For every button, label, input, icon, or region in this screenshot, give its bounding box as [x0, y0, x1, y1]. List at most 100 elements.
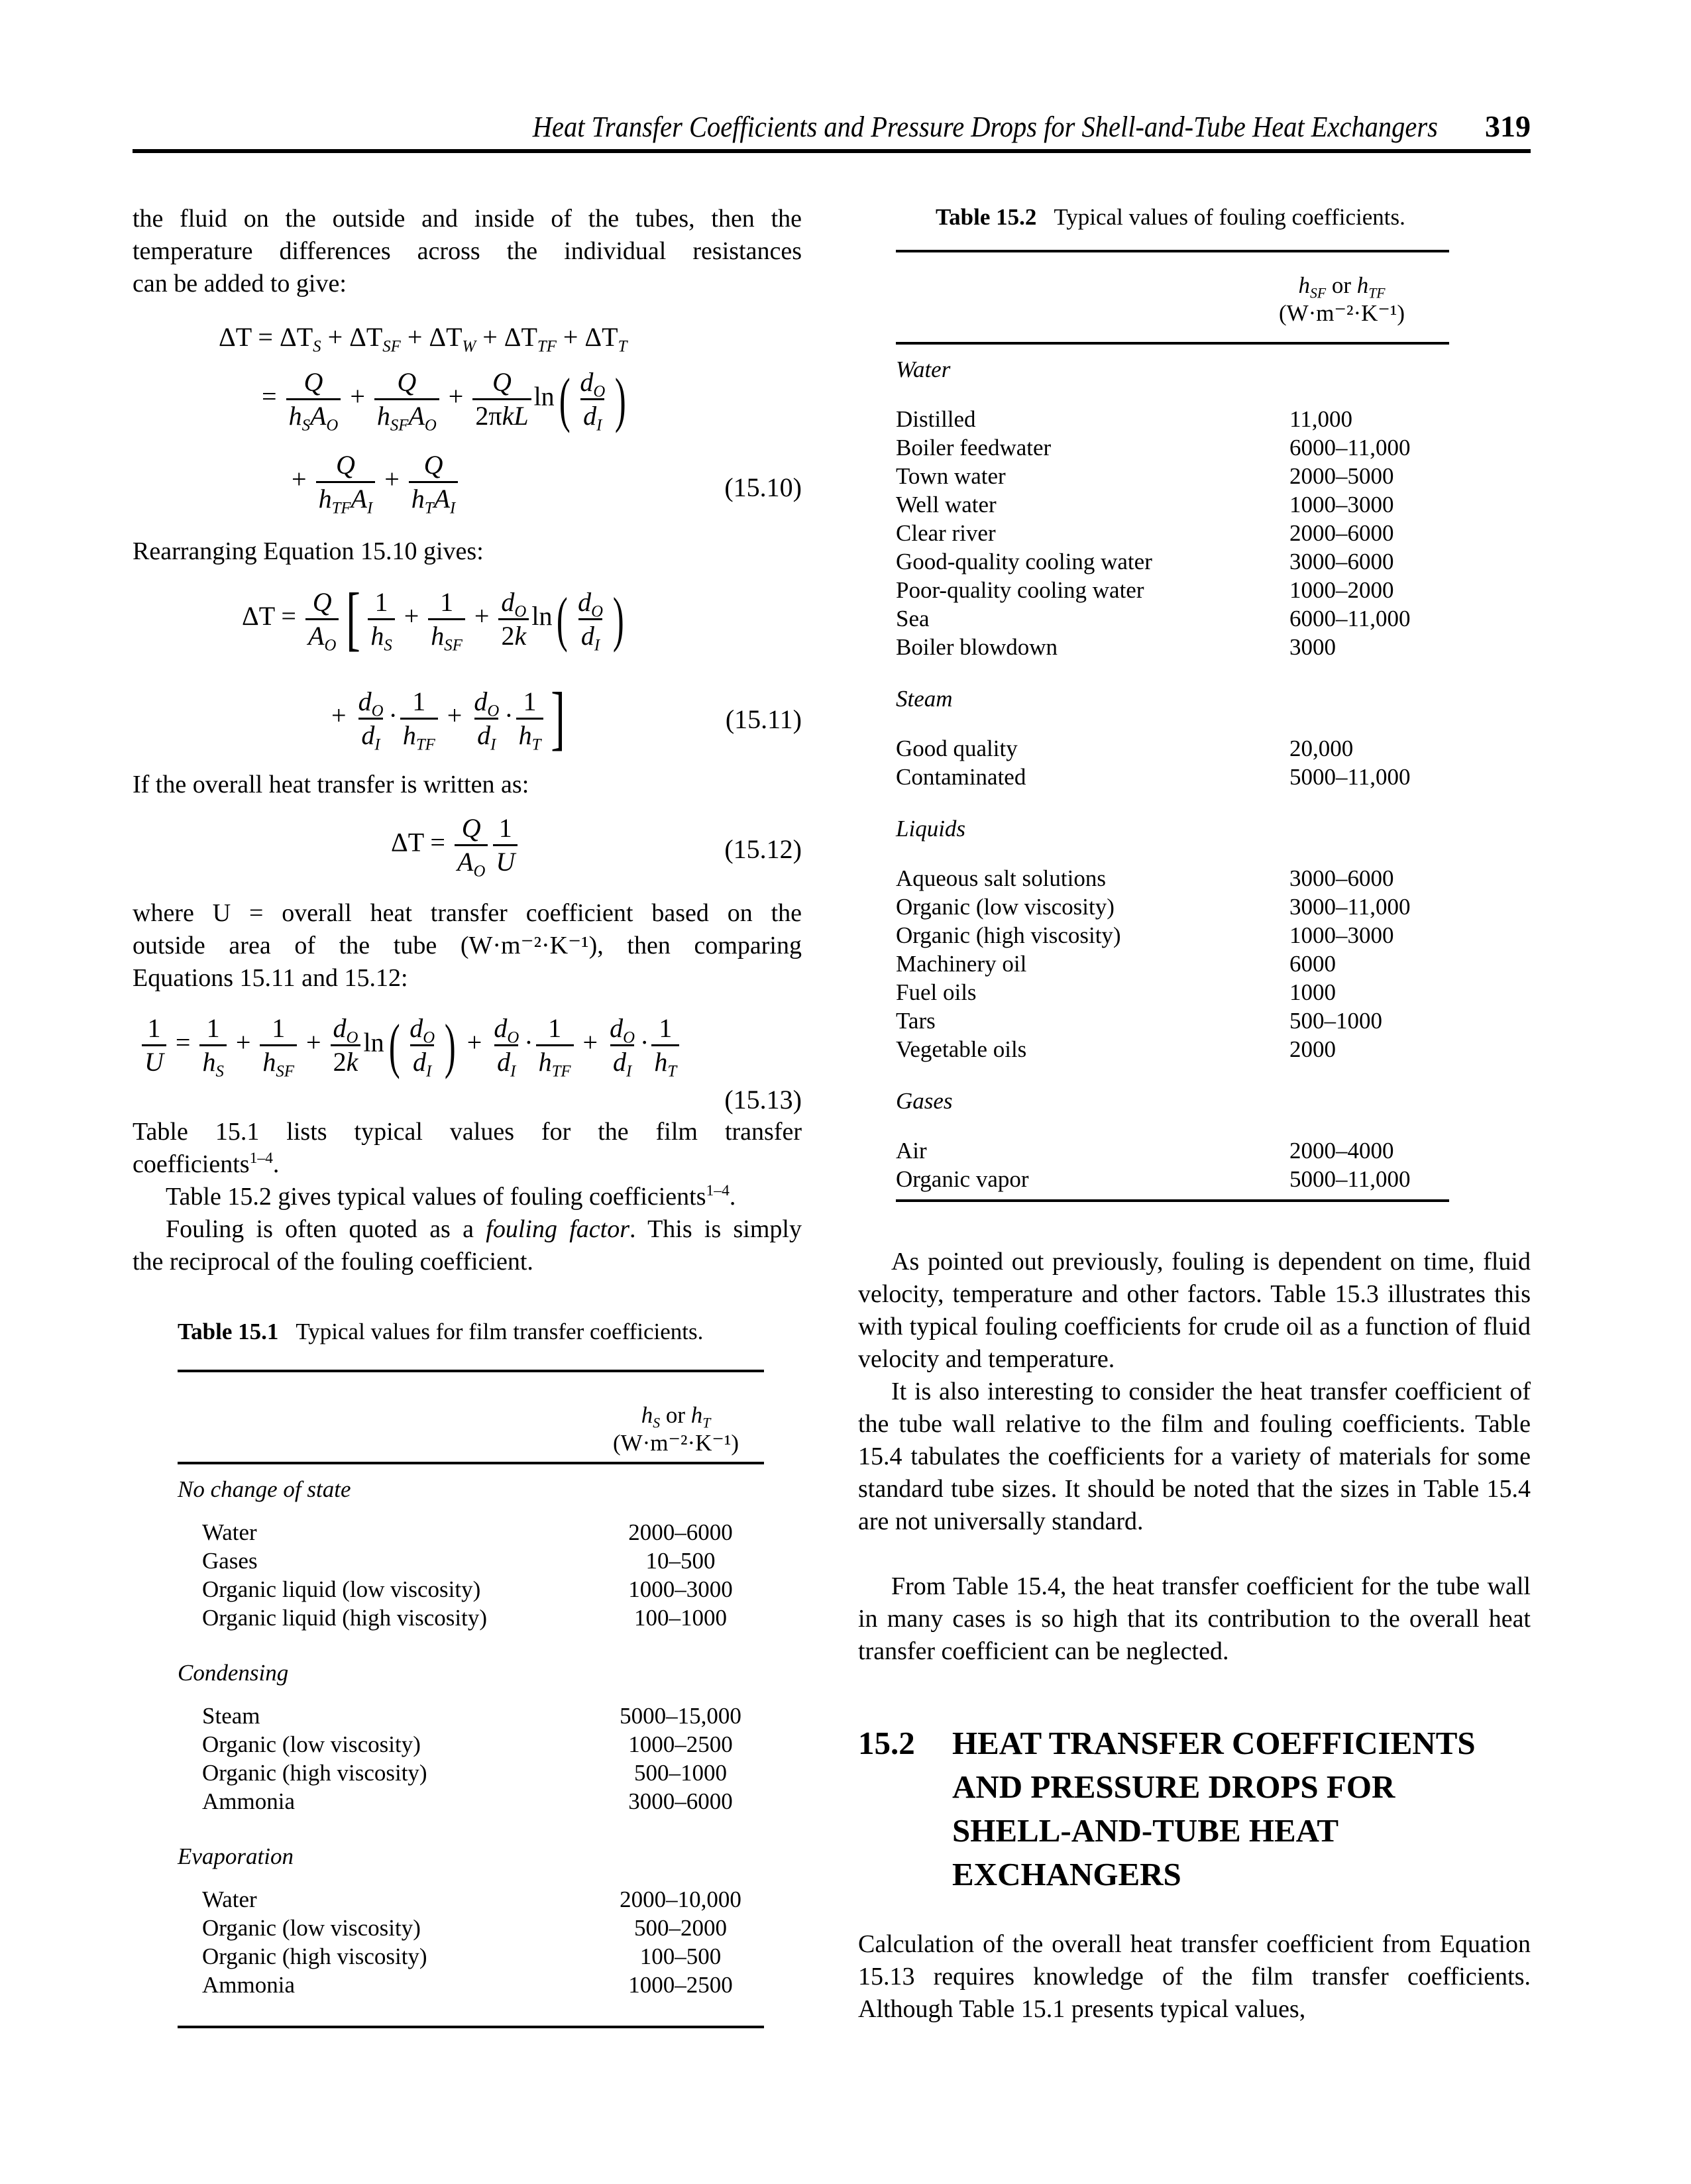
table-group-heading: Condensing: [178, 1660, 289, 1686]
table-row-value: 1000–2500: [628, 1972, 733, 1998]
text-line: the reciprocal of the fouling coefficien…: [133, 1248, 533, 1276]
table-group-heading: Liquids: [896, 816, 966, 842]
table-caption-text: Typical values of fouling coefficients.: [1054, 204, 1405, 230]
table-row-value: 100–500: [639, 1943, 722, 1969]
section-title-line: HEAT TRANSFER COEFFICIENTS: [952, 1725, 1476, 1761]
paragraph-neglect-wall: From Table 15.4, the heat transfer coeff…: [858, 1572, 1531, 1665]
table-row-value: 1000–3000: [628, 1576, 733, 1602]
equation-number: (15.10): [724, 472, 802, 502]
table-row-item: Fuel oils: [896, 979, 977, 1005]
table-row-value: 5000–11,000: [1289, 1166, 1411, 1192]
text-line: Equations 15.11 and 15.12:: [133, 964, 408, 992]
table-row-item: Tars: [896, 1008, 936, 1034]
table-row-value: 1000–3000: [1289, 922, 1394, 948]
text-fragment: Fouling is often quoted as a: [166, 1215, 486, 1243]
table-row-value: 2000–5000: [1289, 463, 1394, 489]
table-row-item: Organic liquid (low viscosity): [202, 1576, 481, 1602]
table-group-heading: Water: [896, 356, 951, 382]
table-row-item: Machinery oil: [896, 951, 1027, 977]
table-row-item: Good quality: [896, 736, 1018, 761]
table-15-2-column-header: hSF or hTF (W·m⁻²·K⁻¹): [1236, 272, 1448, 327]
table-row-value: 6000: [1289, 951, 1336, 977]
table-top-rule: [178, 1370, 764, 1372]
text-fragment: Table 15.2 gives typical values of fouli…: [166, 1183, 706, 1211]
table-row-value: 11,000: [1289, 406, 1352, 432]
header-rule: [133, 149, 1531, 153]
table-row-value: 6000–11,000: [1289, 435, 1411, 461]
equation-number: (15.13): [724, 1085, 802, 1115]
table-row-item: Organic (low viscosity): [202, 1915, 421, 1941]
table-row-value: 3000–6000: [1289, 549, 1394, 574]
table-row-value: 5000–11,000: [1289, 764, 1411, 790]
table-bottom-rule: [178, 2026, 764, 2028]
table-row-value: 1000–2000: [1289, 577, 1394, 603]
table-row-value: 2000–10,000: [620, 1886, 741, 1912]
table-row-value: 500–2000: [634, 1915, 727, 1941]
equation-number-row: (15.10): [133, 472, 802, 505]
table-row-item: Air: [896, 1138, 927, 1164]
equation-15-10-line2: = QhSAO + QhSFAO + Q 2πkL ln(dO dI): [262, 365, 626, 435]
table-header-rule: [896, 342, 1449, 345]
table-row-item: Organic liquid (high viscosity): [202, 1605, 487, 1631]
text-line: where U = overall heat transfer coeffici…: [133, 899, 802, 927]
running-header: Heat Transfer Coefficients and Pressure …: [133, 106, 1531, 146]
table-header-rule: [178, 1462, 764, 1464]
table-15-2-caption: Table 15.2 Typical values of fouling coef…: [936, 204, 1405, 231]
text-line: can be added to give:: [133, 270, 347, 298]
equation-number-row: (15.12): [133, 834, 802, 867]
table-top-rule: [896, 250, 1449, 252]
table-row-item: Organic (high viscosity): [202, 1943, 427, 1969]
table-row-item: Boiler feedwater: [896, 435, 1052, 461]
table-group-heading: Gases: [896, 1088, 953, 1114]
table-row-value: 3000–6000: [628, 1788, 733, 1814]
table-row-item: Gases: [202, 1548, 258, 1574]
column-unit: (W·m⁻²·K⁻¹): [1278, 300, 1405, 326]
table-row-item: Aqueous salt solutions: [896, 865, 1106, 891]
table-row-item: Sea: [896, 606, 930, 631]
section-title-line: EXCHANGERS: [952, 1856, 1181, 1892]
table-row-item: Town water: [896, 463, 1006, 489]
table-15-1-caption: Table 15.1 Typical values for film transf…: [178, 1319, 703, 1345]
table-row-value: 1000–2500: [628, 1731, 733, 1757]
table-label: Table 15.1: [178, 1319, 279, 1344]
if-overall-text: If the overall heat transfer is written …: [133, 771, 529, 798]
equation-15-13: 1U = 1 hS + 1 hSF + dO 2k ln(dO dI) + dO dI · 1 h…: [139, 1014, 682, 1080]
paragraph-calculation: Calculation of the overall heat transfer…: [858, 1930, 1531, 2023]
table-row-item: Organic (high viscosity): [896, 922, 1121, 948]
reference-superscript: 1–4: [706, 1181, 730, 1199]
table-row-value: 5000–15,000: [620, 1703, 741, 1729]
running-title: Heat Transfer Coefficients and Pressure …: [532, 111, 1438, 143]
table-row-value: 2000–6000: [628, 1519, 733, 1545]
table-reference-paragraph: Table 15.1 lists typical values for the …: [133, 1116, 802, 1278]
table-row-value: 6000–11,000: [1289, 606, 1411, 631]
table-group-heading: Evaporation: [178, 1843, 294, 1869]
equation-15-11-line1: ΔT = Q AO[1 hS + 1 hSF + dO 2k ln(dO dI): [242, 579, 624, 658]
table-row-item: Contaminated: [896, 764, 1026, 790]
table-row-item: Organic vapor: [896, 1166, 1029, 1192]
table-row-item: Ammonia: [202, 1788, 295, 1814]
equation-number: (15.12): [724, 834, 802, 864]
section-title-line: SHELL-AND-TUBE HEAT: [952, 1812, 1339, 1849]
equation-15-10-line1: ΔT = ΔTS + ΔTSF + ΔTW + ΔTTF + ΔTT: [219, 322, 627, 356]
table-row-item: Organic (low viscosity): [202, 1731, 421, 1757]
page-number: 319: [1485, 109, 1531, 143]
table-row-value: 3000–11,000: [1289, 894, 1411, 920]
table-row-item: Ammonia: [202, 1972, 295, 1998]
table-15-1-column-header: hS or hT (W·m⁻²·K⁻¹): [570, 1401, 782, 1457]
text-fragment: . This is simply: [629, 1215, 802, 1243]
where-paragraph: where U = overall heat transfer coeffici…: [133, 897, 802, 995]
table-row-value: 100–1000: [634, 1605, 727, 1631]
intro-paragraph: the fluid on the outside and inside of t…: [133, 203, 802, 300]
equation-number-row: (15.13): [133, 1084, 802, 1117]
section-title-line: AND PRESSURE DROPS FOR: [952, 1769, 1395, 1805]
table-row-value: 1000–3000: [1289, 492, 1394, 518]
table-row-item: Good-quality cooling water: [896, 549, 1152, 574]
equation-number: (15.11): [725, 704, 802, 734]
text-line: outside area of the tube (W·m⁻²·K⁻¹), th…: [133, 932, 802, 959]
table-row-item: Distilled: [896, 406, 976, 432]
table-group-heading: Steam: [896, 686, 953, 712]
table-bottom-rule: [896, 1199, 1449, 1202]
table-row-value: 10–500: [645, 1548, 716, 1574]
reference-superscript: 1–4: [249, 1149, 273, 1167]
table-row-item: Organic (low viscosity): [896, 894, 1115, 920]
